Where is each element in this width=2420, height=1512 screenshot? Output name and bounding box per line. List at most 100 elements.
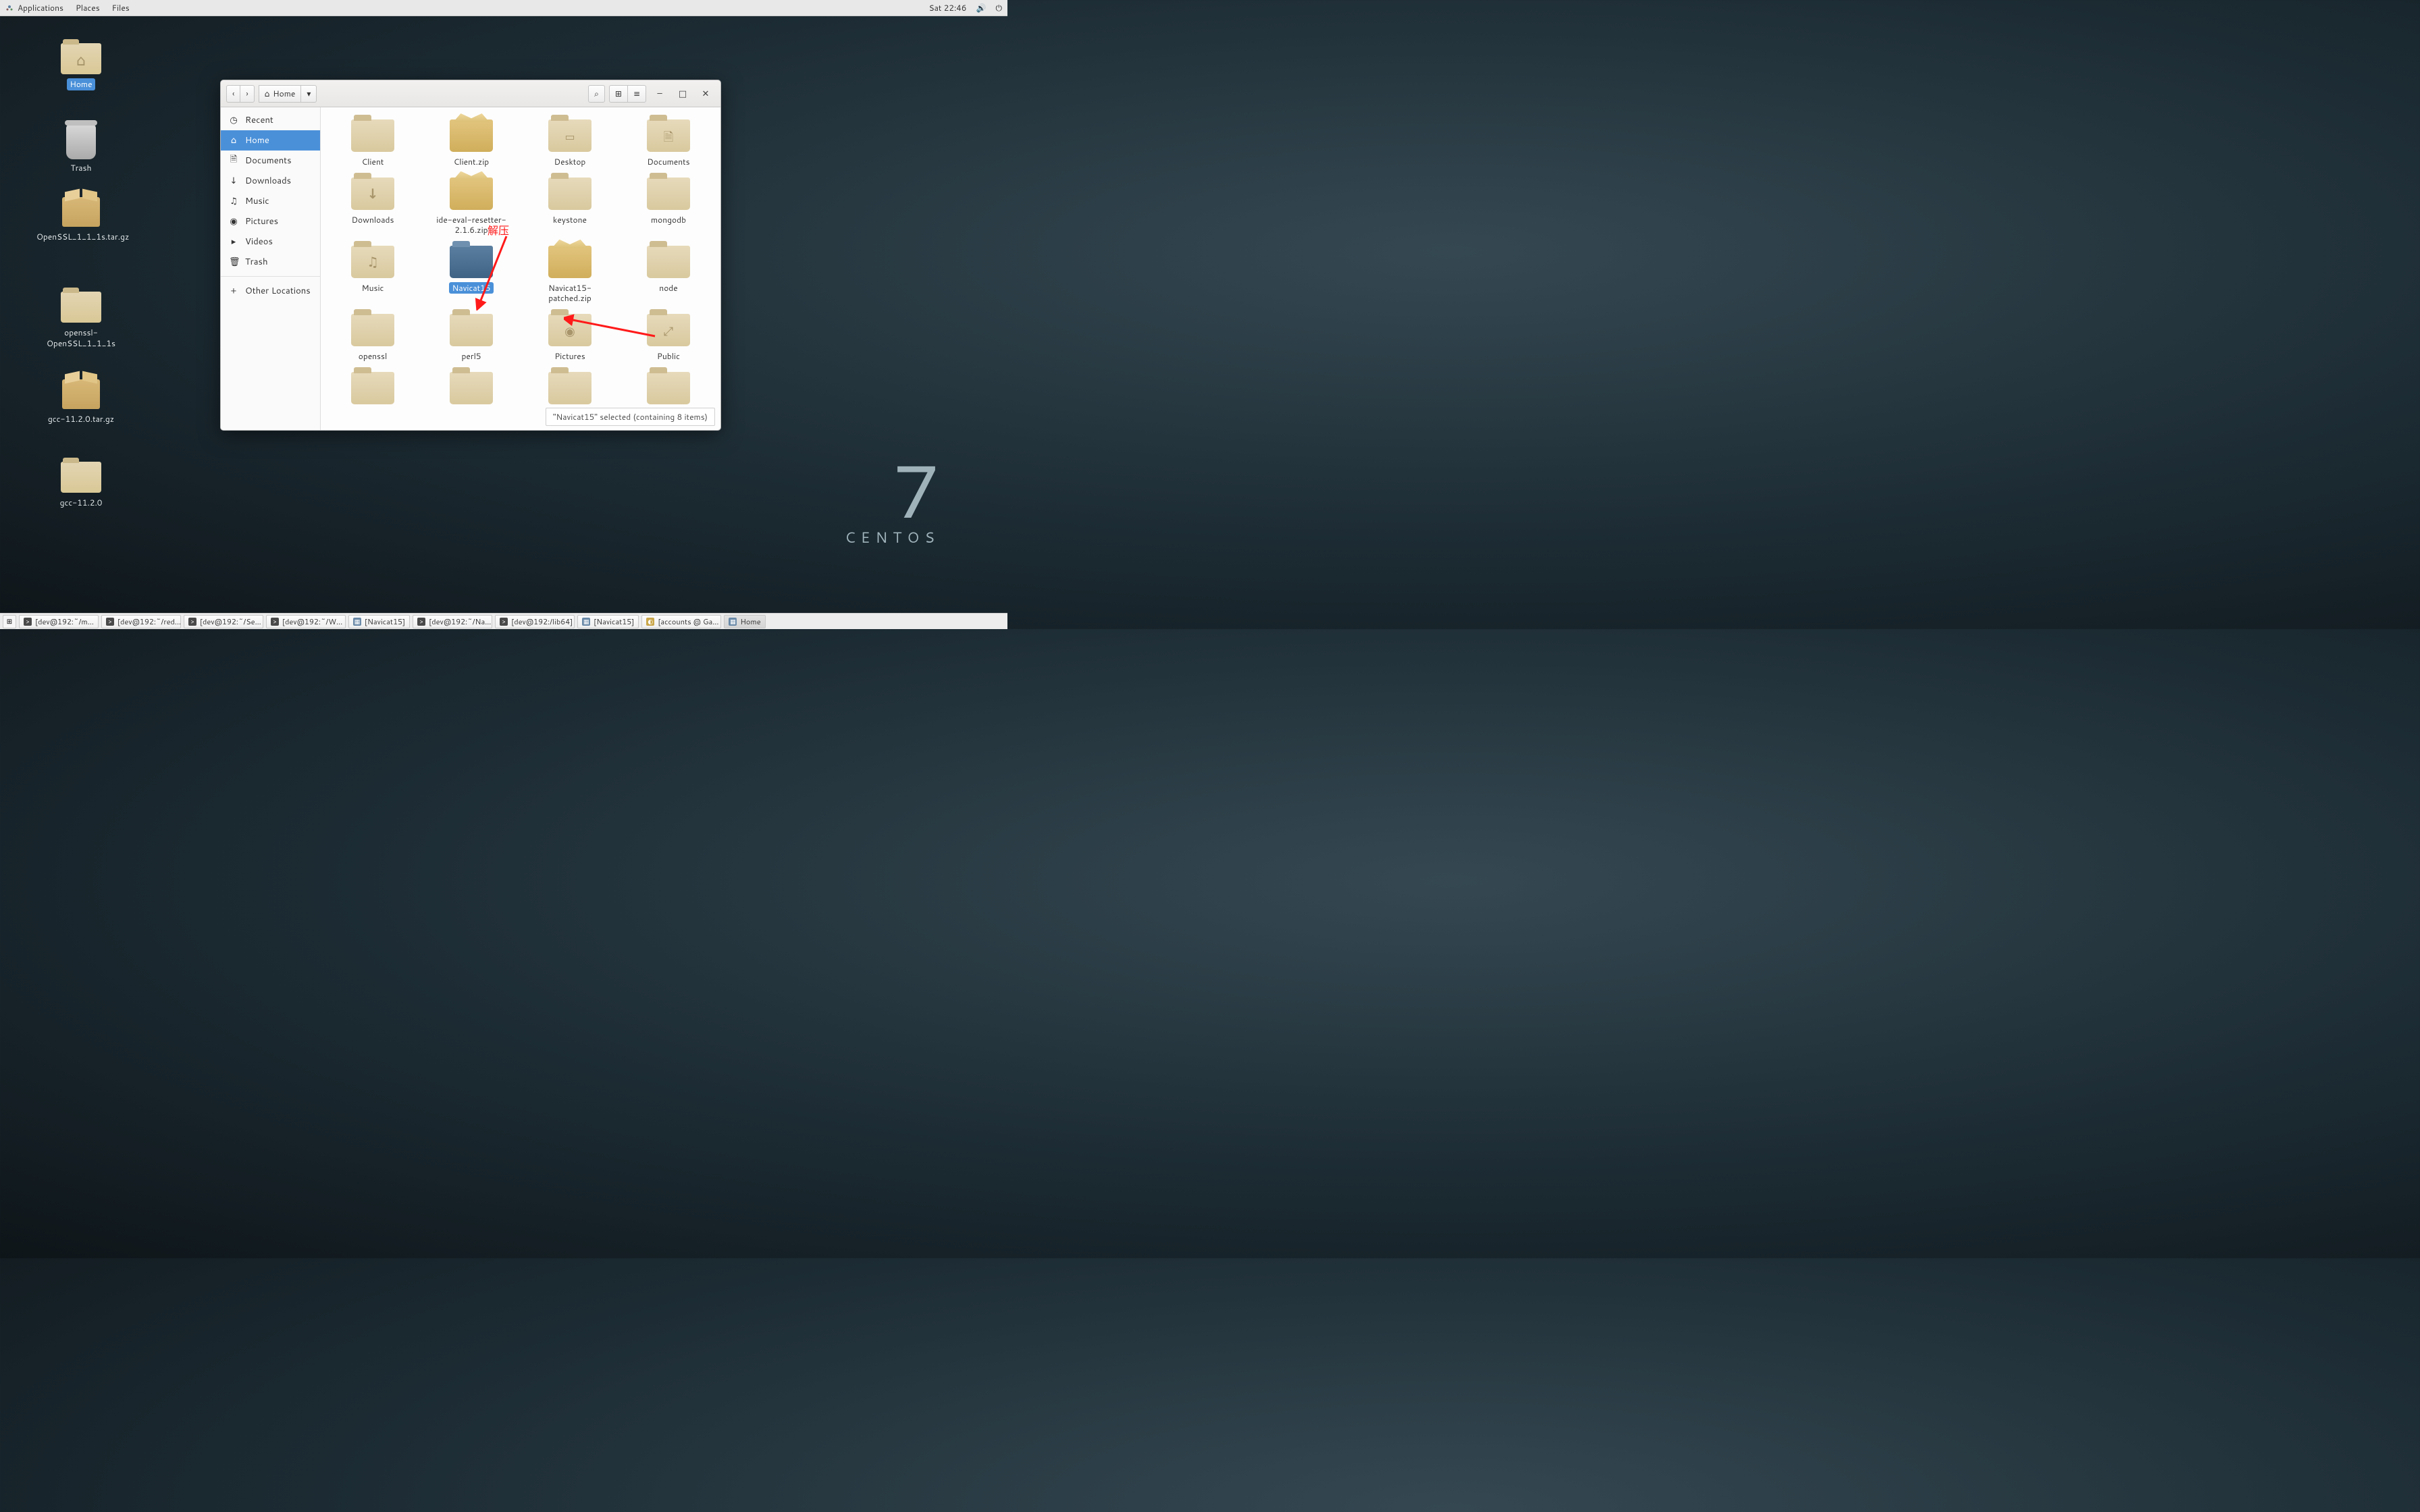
sidebar-item-trash[interactable]: 🗑 Trash [221, 252, 320, 272]
back-button[interactable]: ‹ [226, 85, 240, 103]
menu-places[interactable]: Places [76, 2, 100, 14]
taskbar-task[interactable]: >[dev@192:~/Se... [184, 615, 263, 628]
file-item-navicat15[interactable]: Navicat15 [423, 243, 519, 307]
file-item-ide-eval-resetter-2-1-6-zip[interactable]: ide-eval-resetter-2.1.6.zip [423, 175, 519, 239]
file-item-music[interactable]: Music [325, 243, 421, 307]
sidebar-item-videos[interactable]: ▸Videos [221, 232, 320, 252]
menu-applications[interactable]: Applications [18, 2, 63, 14]
desktop-icon-gcc-11-2-0[interactable]: gcc-11.2.0 [34, 462, 128, 509]
file-label: Public [654, 350, 683, 362]
nav-group: ‹ › [226, 85, 255, 103]
folder-icon [548, 119, 591, 152]
desktop-icon-openssl-openssl-1-1-1s[interactable]: openssl-OpenSSL_1_1_1s [34, 292, 128, 349]
workspace-switcher[interactable]: ⊞ [3, 615, 16, 628]
archive-icon [450, 119, 493, 152]
top-panel: Applications Places Files Sat 22:46 🔊 ⏻ [0, 0, 1007, 16]
task-label: [dev@192:~/m... [35, 616, 94, 627]
search-button[interactable]: ⌕ [588, 85, 605, 103]
file-item-public[interactable]: Public [621, 311, 716, 365]
file-item-keystone[interactable]: keystone [522, 175, 618, 239]
minimize-button[interactable]: – [650, 85, 669, 103]
volume-icon[interactable]: 🔊 [976, 2, 987, 14]
folder-icon [647, 372, 690, 404]
grid-icon: ⊞ [615, 88, 622, 99]
titlebar[interactable]: ‹ › ⌂ Home ▾ ⌕ ⊞ ≡ – □ ✕ [221, 80, 720, 107]
file-item-node[interactable]: node [621, 243, 716, 307]
taskbar-task[interactable]: >[dev@192:~/red... [101, 615, 181, 628]
sidebar-item-pictures[interactable]: ◉Pictures [221, 211, 320, 232]
file-item-client-zip[interactable]: Client.zip [423, 117, 519, 171]
sidebar-item-other-locations[interactable]: +Other Locations [221, 281, 320, 301]
taskbar-task[interactable]: >[dev@192:~/W... [266, 615, 346, 628]
sidebar-item-documents[interactable]: 🗎Documents [221, 151, 320, 171]
file-grid[interactable]: ClientClient.zip Desktop Documents Download… [321, 107, 720, 430]
file-item-desktop[interactable]: Desktop [522, 117, 618, 171]
file-label: Navicat15-patched.zip [529, 282, 610, 304]
file-label [468, 408, 475, 410]
task-icon: > [500, 618, 508, 626]
desktop-icon-home[interactable]: Home [34, 43, 128, 90]
file-label: Desktop [551, 156, 589, 168]
close-button[interactable]: ✕ [696, 85, 715, 103]
menu-files[interactable]: Files [112, 2, 130, 14]
desktop-icon-label: gcc-11.2.0.tar.gz [45, 413, 117, 425]
sidebar: ◷Recent⌂Home🗎Documents↓Downloads♫Music◉P… [221, 107, 321, 430]
file-item[interactable] [621, 369, 716, 412]
file-item-mongodb[interactable]: mongodb [621, 175, 716, 239]
taskbar-task[interactable]: >[dev@192:~/Na... [413, 615, 492, 628]
centos-branding: 7 CENTOS [845, 453, 940, 548]
task-label: Home [740, 616, 760, 627]
desktop-icon-gcc-11-2-0-tar-gz[interactable]: gcc-11.2.0.tar.gz [34, 379, 128, 425]
maximize-button[interactable]: □ [673, 85, 692, 103]
file-item[interactable] [423, 369, 519, 412]
file-item-downloads[interactable]: Downloads [325, 175, 421, 239]
sidebar-label: Downloads [245, 175, 291, 187]
folder-icon [450, 314, 493, 346]
file-item-client[interactable]: Client [325, 117, 421, 171]
task-label: [Navicat15] [594, 616, 634, 627]
sidebar-label: Recent [245, 114, 273, 126]
desktop-icon-label: openssl-OpenSSL_1_1_1s [34, 327, 128, 349]
task-label: [dev@192:~/W... [282, 616, 342, 627]
file-item-navicat15-patched-zip[interactable]: Navicat15-patched.zip [522, 243, 618, 307]
path-home-button[interactable]: ⌂ Home [259, 85, 301, 103]
taskbar-task[interactable]: >[dev@192:~/m... [19, 615, 99, 628]
grid-view-button[interactable]: ⊞ [609, 85, 627, 103]
taskbar-task[interactable]: ▦[Navicat15] [348, 615, 410, 628]
taskbar-task[interactable]: ◐[accounts @ Ga... [641, 615, 721, 628]
taskbar-task[interactable]: ▦Home [724, 615, 765, 628]
task-icon: > [188, 618, 196, 626]
file-item-perl5[interactable]: perl5 [423, 311, 519, 365]
task-icon: ▦ [729, 618, 737, 626]
list-view-button[interactable]: ≡ [627, 85, 646, 103]
clock[interactable]: Sat 22:46 [929, 2, 967, 14]
taskbar-task[interactable]: ▦ [Navicat15] [577, 615, 639, 628]
file-item[interactable] [522, 369, 618, 412]
sidebar-icon: 🗎 [229, 153, 238, 168]
desktop-icon-openssl-1-1-1s-tar-gz[interactable]: OpenSSL_1_1_1s.tar.gz [34, 197, 128, 243]
sidebar-label: Other Locations [245, 285, 311, 297]
task-label: [dev@192:~/Na... [429, 616, 491, 627]
sidebar-item-recent[interactable]: ◷Recent [221, 110, 320, 130]
sidebar-icon: ◉ [229, 215, 238, 227]
sidebar-icon: 🗑 [229, 256, 238, 268]
sidebar-item-music[interactable]: ♫Music [221, 191, 320, 211]
home-icon: ⌂ [265, 88, 270, 99]
sidebar-item-downloads[interactable]: ↓Downloads [221, 171, 320, 191]
file-item-documents[interactable]: Documents [621, 117, 716, 171]
task-icon: ▦ [582, 618, 590, 626]
desktop-icon-trash[interactable]: Trash [34, 124, 128, 174]
file-item[interactable] [325, 369, 421, 412]
forward-button[interactable]: › [240, 85, 254, 103]
sidebar-label: Trash [245, 256, 268, 268]
task-label: [Navicat15] [365, 616, 405, 627]
path-dropdown-button[interactable]: ▾ [300, 85, 317, 103]
path-label: Home [273, 88, 295, 99]
file-item-openssl[interactable]: openssl [325, 311, 421, 365]
folder-icon [647, 119, 690, 152]
file-item-pictures[interactable]: Pictures [522, 311, 618, 365]
taskbar-task[interactable]: >[dev@192:/lib64] [495, 615, 575, 628]
power-icon[interactable]: ⏻ [996, 2, 1003, 14]
task-icon: > [106, 618, 114, 626]
sidebar-item-home[interactable]: ⌂Home [221, 130, 320, 151]
